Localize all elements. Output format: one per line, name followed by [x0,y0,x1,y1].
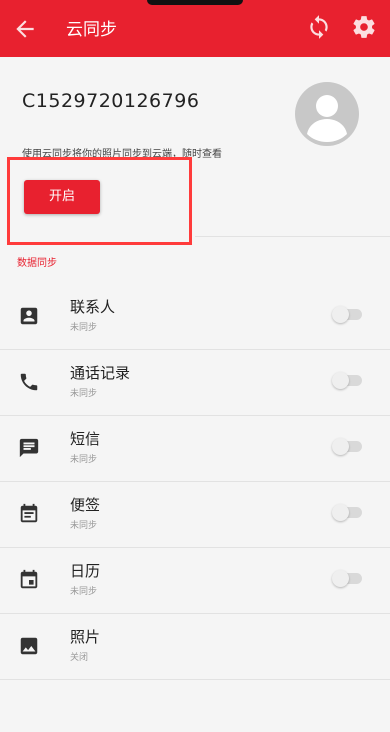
calendar-icon [20,569,38,589]
top-app-bar: 云同步 [0,0,390,57]
sync-row-calendar[interactable]: 日历 未同步 [0,548,390,614]
note-icon [20,503,38,523]
sync-row-status: 未同步 [70,587,98,597]
sync-row-label: 通话记录 [70,364,131,382]
sync-row-messages[interactable]: 短信 未同步 [0,416,390,482]
call-log-sync-toggle[interactable] [332,372,362,389]
sync-row-photos[interactable]: 照片 关闭 [0,614,390,680]
sync-row-label: 短信 [70,430,101,448]
divider [195,236,390,237]
sync-icon[interactable] [306,14,332,40]
sync-row-contacts[interactable]: 联系人 未同步 [0,284,390,350]
contacts-sync-toggle[interactable] [332,306,362,323]
sync-row-label: 便签 [70,496,101,514]
section-label-data-sync: 数据同步 [17,258,57,269]
toggle-knob [332,306,349,323]
phone-icon [20,373,38,391]
sync-row-label: 日历 [70,562,101,580]
person-avatar-icon [295,82,359,146]
sync-row-label: 联系人 [70,298,116,316]
account-id: C1529720126796 [22,90,200,112]
highlight-box [7,157,192,245]
toggle-knob [332,372,349,389]
sync-row-status: 未同步 [70,389,98,399]
message-icon [19,438,39,458]
toggle-knob [332,504,349,521]
sync-row-status: 未同步 [70,521,98,531]
phone-notch [147,0,243,5]
sync-row-status: 关闭 [70,653,89,663]
divider [0,679,390,680]
messages-sync-toggle[interactable] [332,438,362,455]
sync-row-label: 照片 [70,628,101,646]
sync-row-call-log[interactable]: 通话记录 未同步 [0,350,390,416]
sync-row-notes[interactable]: 便签 未同步 [0,482,390,548]
page-title: 云同步 [66,20,117,40]
contact-card-icon [20,307,38,325]
arrow-left-icon[interactable] [12,16,38,42]
calendar-sync-toggle[interactable] [332,570,362,587]
toggle-knob [332,570,349,587]
sync-row-status: 未同步 [70,323,98,333]
notes-sync-toggle[interactable] [332,504,362,521]
toggle-knob [332,438,349,455]
gear-icon[interactable] [351,14,377,40]
image-icon [20,637,38,655]
sync-row-status: 未同步 [70,455,98,465]
